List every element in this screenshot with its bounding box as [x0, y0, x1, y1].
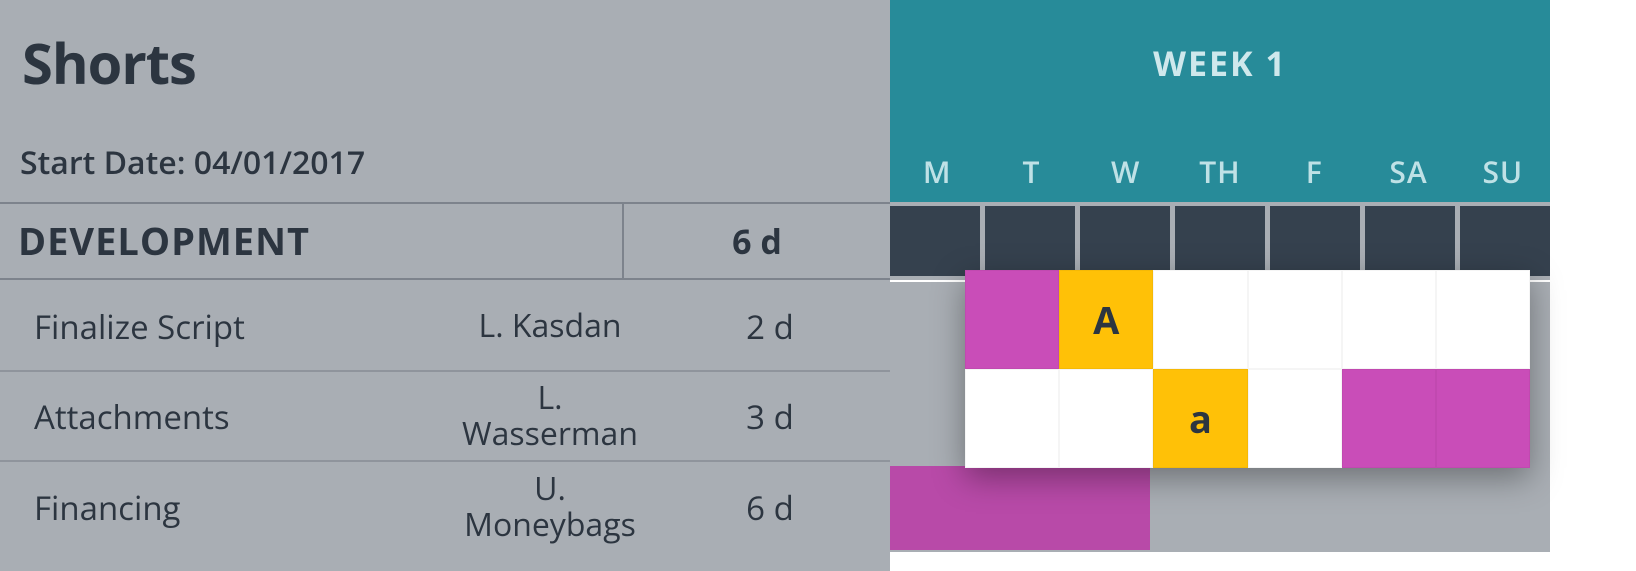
day-label-su[interactable]: SU [1456, 151, 1550, 192]
gantt-section-cell [1175, 206, 1265, 276]
task-owner: L. Kasdan [420, 308, 680, 344]
callout-row-2: a [965, 369, 1530, 468]
start-date-label: Start Date: 04/01/2017 [0, 101, 890, 184]
right-fade-overlay [1550, 0, 1636, 571]
task-duration: 2 d [680, 304, 860, 349]
task-name: Financing [0, 485, 420, 530]
callout-cell[interactable] [1153, 270, 1247, 369]
task-row[interactable]: Financing U. Moneybags 6 d [0, 462, 890, 552]
day-label-w[interactable]: W [1079, 151, 1173, 192]
task-row[interactable]: Attachments L. Wasserman 3 d [0, 372, 890, 462]
gantt-section-cell [1365, 206, 1455, 276]
task-duration: 3 d [680, 394, 860, 439]
gantt-section-row [890, 202, 1550, 280]
callout-cell[interactable]: a [1153, 369, 1247, 468]
gantt-section-cell [1270, 206, 1360, 276]
day-label-sa[interactable]: SA [1361, 151, 1455, 192]
section-row[interactable]: DEVELOPMENT 6 d [0, 202, 890, 280]
gantt-section-cell [1080, 206, 1170, 276]
callout-cell[interactable] [1436, 369, 1530, 468]
section-name: DEVELOPMENT [0, 204, 624, 278]
callout-cell[interactable] [965, 270, 1059, 369]
days-row: M T W TH F SA SU [890, 151, 1550, 192]
task-name: Finalize Script [0, 304, 420, 349]
week-header: WEEK 1 M T W TH F SA SU [890, 0, 1550, 202]
week-title: WEEK 1 [890, 40, 1550, 86]
day-label-f[interactable]: F [1267, 151, 1361, 192]
callout-cell[interactable] [965, 369, 1059, 468]
day-label-th[interactable]: TH [1173, 151, 1267, 192]
task-name: Attachments [0, 394, 420, 439]
task-list: Finalize Script L. Kasdan 2 d Attachment… [0, 282, 890, 552]
task-owner: U. Moneybags [420, 471, 680, 543]
callout-row-1: A [965, 270, 1530, 369]
task-duration: 6 d [680, 485, 860, 530]
task-row[interactable]: Finalize Script L. Kasdan 2 d [0, 282, 890, 372]
task-owner: L. Wasserman [420, 380, 680, 452]
day-label-t[interactable]: T [984, 151, 1078, 192]
callout-cell[interactable]: A [1059, 270, 1153, 369]
callout-cell[interactable] [1436, 270, 1530, 369]
callout-cell[interactable] [1248, 369, 1342, 468]
gantt-section-cell [985, 206, 1075, 276]
project-title: Shorts [0, 0, 890, 101]
callout-cell[interactable] [1059, 369, 1153, 468]
callout-cell[interactable] [1342, 369, 1436, 468]
callout-cell[interactable] [1248, 270, 1342, 369]
gantt-callout[interactable]: A a [965, 270, 1530, 468]
callout-cell[interactable] [1342, 270, 1436, 369]
left-pane: Shorts Start Date: 04/01/2017 DEVELOPMEN… [0, 0, 890, 571]
day-label-m[interactable]: M [890, 151, 984, 192]
section-duration: 6 d [624, 218, 890, 264]
gantt-row[interactable] [890, 462, 1550, 552]
gantt-section-cell [1460, 206, 1550, 276]
gantt-bar-financing[interactable] [890, 466, 1150, 550]
gantt-section-cell [890, 206, 980, 276]
